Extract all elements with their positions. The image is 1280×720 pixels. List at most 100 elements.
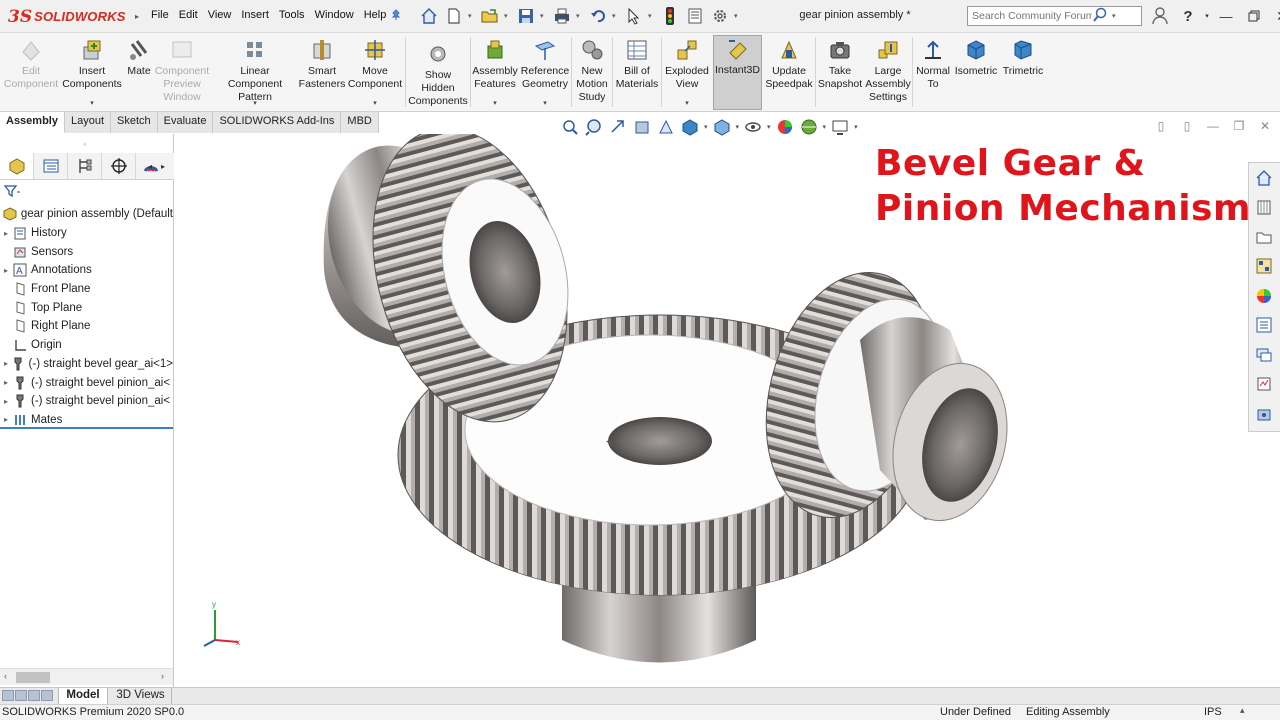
- panel-splitter-icon[interactable]: ◦: [83, 139, 86, 149]
- search-box[interactable]: ▾: [967, 6, 1142, 26]
- undo-dropdown-icon[interactable]: ▾: [612, 12, 620, 20]
- next-tab-icon[interactable]: [28, 690, 40, 701]
- tab-model[interactable]: Model: [58, 688, 108, 704]
- search-icon[interactable]: [1092, 7, 1108, 26]
- tree-item-pinion-2[interactable]: ▸ (-) straight bevel pinion_ai<: [0, 392, 173, 411]
- tabs-scroll-right-icon[interactable]: ▸: [161, 162, 165, 171]
- configuration-manager-icon[interactable]: [68, 153, 102, 179]
- help-icon[interactable]: ?: [1174, 2, 1202, 30]
- rebuild-traffic-light-icon[interactable]: [659, 5, 681, 27]
- section-view-icon[interactable]: [632, 117, 652, 137]
- new-motion-study-button[interactable]: New Motion Study: [573, 37, 611, 109]
- open-folder-icon[interactable]: [479, 5, 501, 27]
- normal-to-button[interactable]: Normal To: [914, 37, 952, 109]
- minimize-icon[interactable]: —: [1212, 2, 1240, 30]
- apply-scene-dropdown-icon[interactable]: ▾: [823, 123, 827, 131]
- save-icon[interactable]: [515, 5, 537, 27]
- scroll-right-icon[interactable]: ›: [161, 671, 164, 681]
- viewport-close-icon[interactable]: ✕: [1256, 118, 1274, 134]
- select-dropdown-icon[interactable]: ▾: [648, 12, 656, 20]
- menu-help[interactable]: Help: [359, 9, 392, 21]
- view-orientation-dropdown-icon[interactable]: ▾: [704, 123, 708, 131]
- property-manager-icon[interactable]: [34, 153, 68, 179]
- linear-pattern-dropdown-icon[interactable]: ▾: [253, 99, 257, 107]
- custom-properties-icon[interactable]: [1249, 311, 1279, 341]
- new-document-icon[interactable]: [443, 5, 465, 27]
- menu-file[interactable]: File: [146, 9, 174, 21]
- exploded-view-dropdown-icon[interactable]: ▾: [685, 99, 689, 107]
- print-dropdown-icon[interactable]: ▾: [576, 12, 584, 20]
- user-account-icon[interactable]: [1146, 2, 1174, 30]
- isometric-button[interactable]: Isometric: [953, 37, 999, 109]
- solidworks-forum-icon[interactable]: [1249, 340, 1279, 370]
- reference-geometry-button[interactable]: Reference Geometry ▾: [520, 37, 570, 109]
- search-dropdown-icon[interactable]: ▾: [1112, 12, 1116, 20]
- solidworks-resources-icon[interactable]: [1249, 163, 1279, 193]
- panel-horizontal-scrollbar[interactable]: ‹ ›: [0, 668, 173, 685]
- select-arrow-icon[interactable]: [623, 5, 645, 27]
- view-settings-icon[interactable]: [830, 117, 850, 137]
- edit-component-button[interactable]: Edit Component: [4, 37, 58, 109]
- tab-assembly[interactable]: Assembly: [0, 112, 65, 133]
- expand-icon[interactable]: ▸: [4, 266, 12, 275]
- tabs-scroll-left-icon[interactable]: ◂: [148, 162, 152, 171]
- view-settings-dropdown-icon[interactable]: ▾: [854, 123, 858, 131]
- design-library-icon[interactable]: [1249, 193, 1279, 223]
- insert-components-button[interactable]: Insert Components ▾: [60, 37, 124, 109]
- home-icon[interactable]: [418, 5, 440, 27]
- expand-icon[interactable]: ▸: [4, 378, 12, 387]
- units-menu-icon[interactable]: ▴: [1240, 705, 1245, 716]
- expand-icon[interactable]: ▸: [4, 359, 11, 368]
- menu-tools[interactable]: Tools: [274, 9, 310, 21]
- tree-item-top-plane[interactable]: Top Plane: [0, 298, 173, 317]
- exploded-view-button[interactable]: Exploded View ▾: [663, 37, 711, 109]
- tree-root[interactable]: gear pinion assembly (Default: [0, 205, 173, 224]
- smart-fasteners-button[interactable]: Smart Fasteners: [299, 37, 345, 109]
- tab-evaluate[interactable]: Evaluate: [157, 112, 214, 133]
- menu-edit[interactable]: Edit: [174, 9, 203, 21]
- options-dropdown-icon[interactable]: ▾: [734, 12, 742, 20]
- reference-geometry-dropdown-icon[interactable]: ▾: [543, 99, 547, 107]
- print-icon[interactable]: [551, 5, 573, 27]
- tree-item-bevel-gear[interactable]: ▸ (-) straight bevel gear_ai<1>: [0, 355, 173, 374]
- hide-show-items-icon[interactable]: [743, 117, 763, 137]
- file-explorer-icon[interactable]: [1249, 222, 1279, 252]
- diagnostics-icon[interactable]: [1249, 370, 1279, 400]
- tab-3d-views[interactable]: 3D Views: [110, 688, 172, 704]
- new-dropdown-icon[interactable]: ▾: [468, 12, 476, 20]
- help-dropdown-icon[interactable]: ▾: [1202, 2, 1212, 30]
- large-assembly-settings-button[interactable]: Large Assembly Settings: [864, 37, 912, 109]
- solidworks-logo[interactable]: 3S SOLIDWORKS: [0, 0, 132, 33]
- scroll-left-icon[interactable]: ‹: [4, 671, 7, 681]
- tree-item-annotations[interactable]: ▸ A Annotations: [0, 261, 173, 280]
- menu-view[interactable]: View: [203, 9, 237, 21]
- scroll-thumb[interactable]: [16, 672, 50, 683]
- hide-show-dropdown-icon[interactable]: ▾: [767, 123, 771, 131]
- view-palette-icon[interactable]: [1249, 252, 1279, 282]
- viewport-split-icon[interactable]: ▯: [1152, 118, 1170, 134]
- mate-button[interactable]: Mate: [124, 37, 154, 109]
- zoom-to-area-icon[interactable]: [584, 117, 604, 137]
- expand-icon[interactable]: ▸: [4, 229, 12, 238]
- close-icon[interactable]: ✕: [1268, 2, 1280, 30]
- display-style-icon[interactable]: [712, 117, 732, 137]
- component-preview-window-button[interactable]: Component Preview Window: [154, 37, 210, 109]
- undo-icon[interactable]: [587, 5, 609, 27]
- view-orientation-icon[interactable]: [680, 117, 700, 137]
- tree-item-pinion-1[interactable]: ▸ (-) straight bevel pinion_ai<: [0, 373, 173, 392]
- file-properties-icon[interactable]: [684, 5, 706, 27]
- rollback-bar[interactable]: [0, 427, 173, 429]
- logo-menu-arrow-icon[interactable]: ▸: [135, 12, 139, 21]
- tree-item-right-plane[interactable]: Right Plane: [0, 317, 173, 336]
- viewport-restore-icon[interactable]: ❐: [1230, 118, 1248, 134]
- search-input[interactable]: [972, 10, 1092, 22]
- menu-insert[interactable]: Insert: [236, 9, 274, 21]
- tab-mbd[interactable]: MBD: [341, 112, 379, 133]
- tree-item-history[interactable]: ▸ History: [0, 224, 173, 243]
- featuremanager-tree-icon[interactable]: [0, 153, 34, 179]
- prev-tab-icon[interactable]: [15, 690, 27, 701]
- edit-appearance-icon[interactable]: [775, 117, 795, 137]
- status-units[interactable]: IPS: [1204, 706, 1222, 718]
- open-dropdown-icon[interactable]: ▾: [504, 12, 512, 20]
- update-speedpak-button[interactable]: Update Speedpak: [764, 37, 814, 109]
